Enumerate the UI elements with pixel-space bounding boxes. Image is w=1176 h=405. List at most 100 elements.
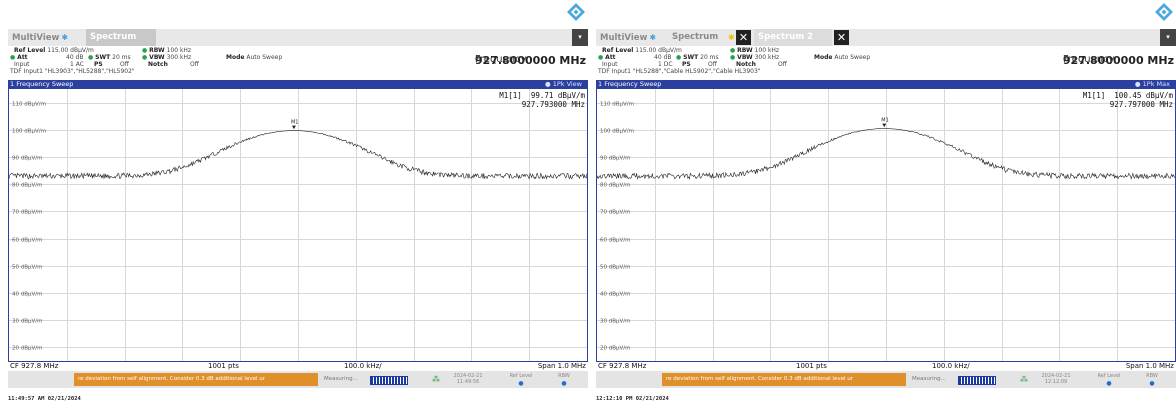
close-icon[interactable]: ✕ <box>736 30 751 45</box>
y-axis-tick-label: 110 dBµV/m <box>12 102 46 108</box>
rbw-status-label: RBW <box>558 373 570 379</box>
rbw-value: 100 kHz <box>754 47 780 54</box>
tab-multiview-label: MultiView <box>12 33 60 43</box>
screenshot-timestamp: 12:12:10 PM 02/21/2024 <box>596 396 669 402</box>
tab-bar: MultiView ✱ Spectrum ✱ ✕ Spectrum 2 ✕ ▾ <box>596 29 1176 46</box>
ref-level-value: 115.00 dBµV/m <box>635 47 682 54</box>
dropdown-icon[interactable]: ▾ <box>1160 29 1176 46</box>
spectrum-plot[interactable]: 110 dBµV/m 100 dBµV/m 90 dBµV/m 80 dBµV/m 70… <box>8 89 588 362</box>
indicator-dot-icon: ● <box>1106 380 1112 387</box>
timestamp: 2024-02-21 12:12:09 <box>1034 373 1078 385</box>
y-axis-tick-label: 90 dBµV/m <box>12 156 42 162</box>
ref-level-value: 115.00 dBµV/m <box>47 47 94 54</box>
rbw-label: RBW <box>737 47 753 54</box>
ps-value: Off <box>708 61 717 68</box>
swt[interactable]: ● SWT 20 ms <box>88 54 131 61</box>
timestamp: 2024-02-21 11:49:56 <box>446 373 490 385</box>
measuring-label: Measuring... <box>324 376 358 382</box>
trace-indicator: ● 1Pk View <box>544 80 582 88</box>
marker-name: M1[1] <box>1082 91 1106 100</box>
span: Span 1.0 MHz <box>537 362 586 370</box>
marker-readout: M1[1] 100.45 dBµV/m <box>1083 91 1173 100</box>
window-title-bar: 1 Frequency Sweep ● 1Pk View <box>8 80 588 89</box>
vbw[interactable]: ● VBW 300 kHz <box>730 54 779 61</box>
tab-spectrum-2-label: Spectrum 2 <box>758 32 814 42</box>
tab-spectrum-2[interactable]: Spectrum 2 <box>754 29 832 46</box>
att[interactable]: ● Att <box>10 54 28 61</box>
network-icon: ⁂ <box>1020 375 1028 384</box>
ref-level[interactable]: Ref Level 115.00 dBµV/m <box>602 47 682 54</box>
vbw-value: 300 kHz <box>754 54 780 61</box>
center-frequency: CF 927.8 MHz <box>598 362 647 370</box>
swt-value: 20 ms <box>112 54 131 61</box>
rbw-value: 100 kHz <box>166 47 192 54</box>
mode-label: Mode <box>226 54 245 61</box>
input-label: Input <box>14 61 30 68</box>
y-axis-tick-label: 30 dBµV/m <box>600 319 630 325</box>
ref-level-status[interactable]: Ref Level ● <box>1092 373 1126 387</box>
y-axis-tick-label: 70 dBµV/m <box>12 210 42 216</box>
y-axis-tick-label: 50 dBµV/m <box>600 265 630 271</box>
y-axis-tick-label: 60 dBµV/m <box>12 238 42 244</box>
progress-bar <box>370 376 408 385</box>
status-time: 11:49:56 <box>456 379 480 385</box>
y-axis-tick-label: 20 dBµV/m <box>600 346 630 352</box>
tdf-info: TDF Input1 "HL3903","HL5288","HL5902" <box>10 68 135 75</box>
sweep-points: 1001 pts <box>796 362 827 370</box>
mode[interactable]: Mode Auto Sweep <box>814 54 870 61</box>
alignment-warning[interactable]: re deviation from self alignment. Consid… <box>662 373 906 386</box>
tab-multiview[interactable]: MultiView ✱ <box>8 29 86 46</box>
att-value: 40 dB <box>654 54 672 61</box>
ref-level-label: Ref Level <box>14 47 46 54</box>
swt[interactable]: ● SWT 20 ms <box>676 54 719 61</box>
close-icon[interactable]: ✕ <box>834 30 849 45</box>
vbw[interactable]: ● VBW 300 kHz <box>142 54 191 61</box>
y-axis-tick-label: 100 dBµV/m <box>600 129 634 135</box>
marker-symbol <box>882 123 887 128</box>
tab-bar: MultiView ✱ Spectrum ▾ <box>8 29 588 46</box>
rbw[interactable]: ● RBW 100 kHz <box>730 47 779 54</box>
rbw[interactable]: ● RBW 100 kHz <box>142 47 191 54</box>
window-title-bar: 1 Frequency Sweep ● 1Pk Max <box>596 80 1176 89</box>
y-axis-tick-label: 100 dBµV/m <box>12 129 46 135</box>
analyzer-screen-1: MultiView ✱ Spectrum ▾ Ref Level 115.00 d… <box>8 0 588 405</box>
vbw-value: 300 kHz <box>166 54 192 61</box>
trace-indicator: ● 1Pk Max <box>1134 80 1170 88</box>
marker-label: M1 <box>291 120 299 126</box>
notch[interactable]: Notch <box>148 61 168 68</box>
span-per-div: 100.0 kHz/ <box>932 362 970 370</box>
status-bar: re deviation from self alignment. Consid… <box>8 371 588 388</box>
frequency-display[interactable]: Frequency 927.8000000 MHz <box>475 54 586 67</box>
tab-spectrum-label: Spectrum <box>672 32 719 42</box>
notch-value: Off <box>778 61 787 68</box>
ref-level-status[interactable]: Ref Level ● <box>504 373 538 387</box>
y-axis-tick-label: 110 dBµV/m <box>600 102 634 108</box>
span-per-div: 100.0 kHz/ <box>344 362 382 370</box>
notch[interactable]: Notch <box>736 61 756 68</box>
tab-spectrum[interactable]: Spectrum <box>86 29 156 46</box>
spectrum-plot[interactable]: 110 dBµV/m 100 dBµV/m 90 dBµV/m 80 dBµV/m 70… <box>596 89 1176 362</box>
rbw-status[interactable]: RBW ● <box>550 373 578 387</box>
frequency-display[interactable]: Frequency 927.8000000 MHz <box>1063 54 1174 67</box>
mode-value: Auto Sweep <box>246 54 283 61</box>
marker-level: 100.45 dBµV/m <box>1114 91 1173 100</box>
marker-frequency: 927.793000 MHz <box>521 100 585 109</box>
indicator-dot-icon: ● <box>518 380 524 387</box>
tab-multiview[interactable]: MultiView ✱ <box>596 29 674 46</box>
alignment-warning[interactable]: re deviation from self alignment. Consid… <box>74 373 318 386</box>
dropdown-icon[interactable]: ▾ <box>572 29 588 46</box>
mode[interactable]: Mode Auto Sweep <box>226 54 282 61</box>
swt-label: SWT <box>683 54 699 61</box>
vbw-label: VBW <box>149 54 165 61</box>
ps-label: PS <box>94 61 103 68</box>
y-axis-tick-label: 80 dBµV/m <box>12 183 42 189</box>
frequency-label: Frequency <box>474 54 527 65</box>
marker-name: M1[1] <box>499 91 522 100</box>
ref-level[interactable]: Ref Level 115.00 dBµV/m <box>14 47 94 54</box>
tab-spectrum[interactable]: Spectrum <box>668 29 732 46</box>
tab-spectrum-label: Spectrum <box>90 32 137 42</box>
spectrum-chart: 110 dBµV/m 100 dBµV/m 90 dBµV/m 80 dBµV/m 70… <box>597 89 1175 361</box>
rbw-status[interactable]: RBW ● <box>1138 373 1166 387</box>
att[interactable]: ● Att <box>598 54 616 61</box>
status-bar: re deviation from self alignment. Consid… <box>596 371 1176 388</box>
